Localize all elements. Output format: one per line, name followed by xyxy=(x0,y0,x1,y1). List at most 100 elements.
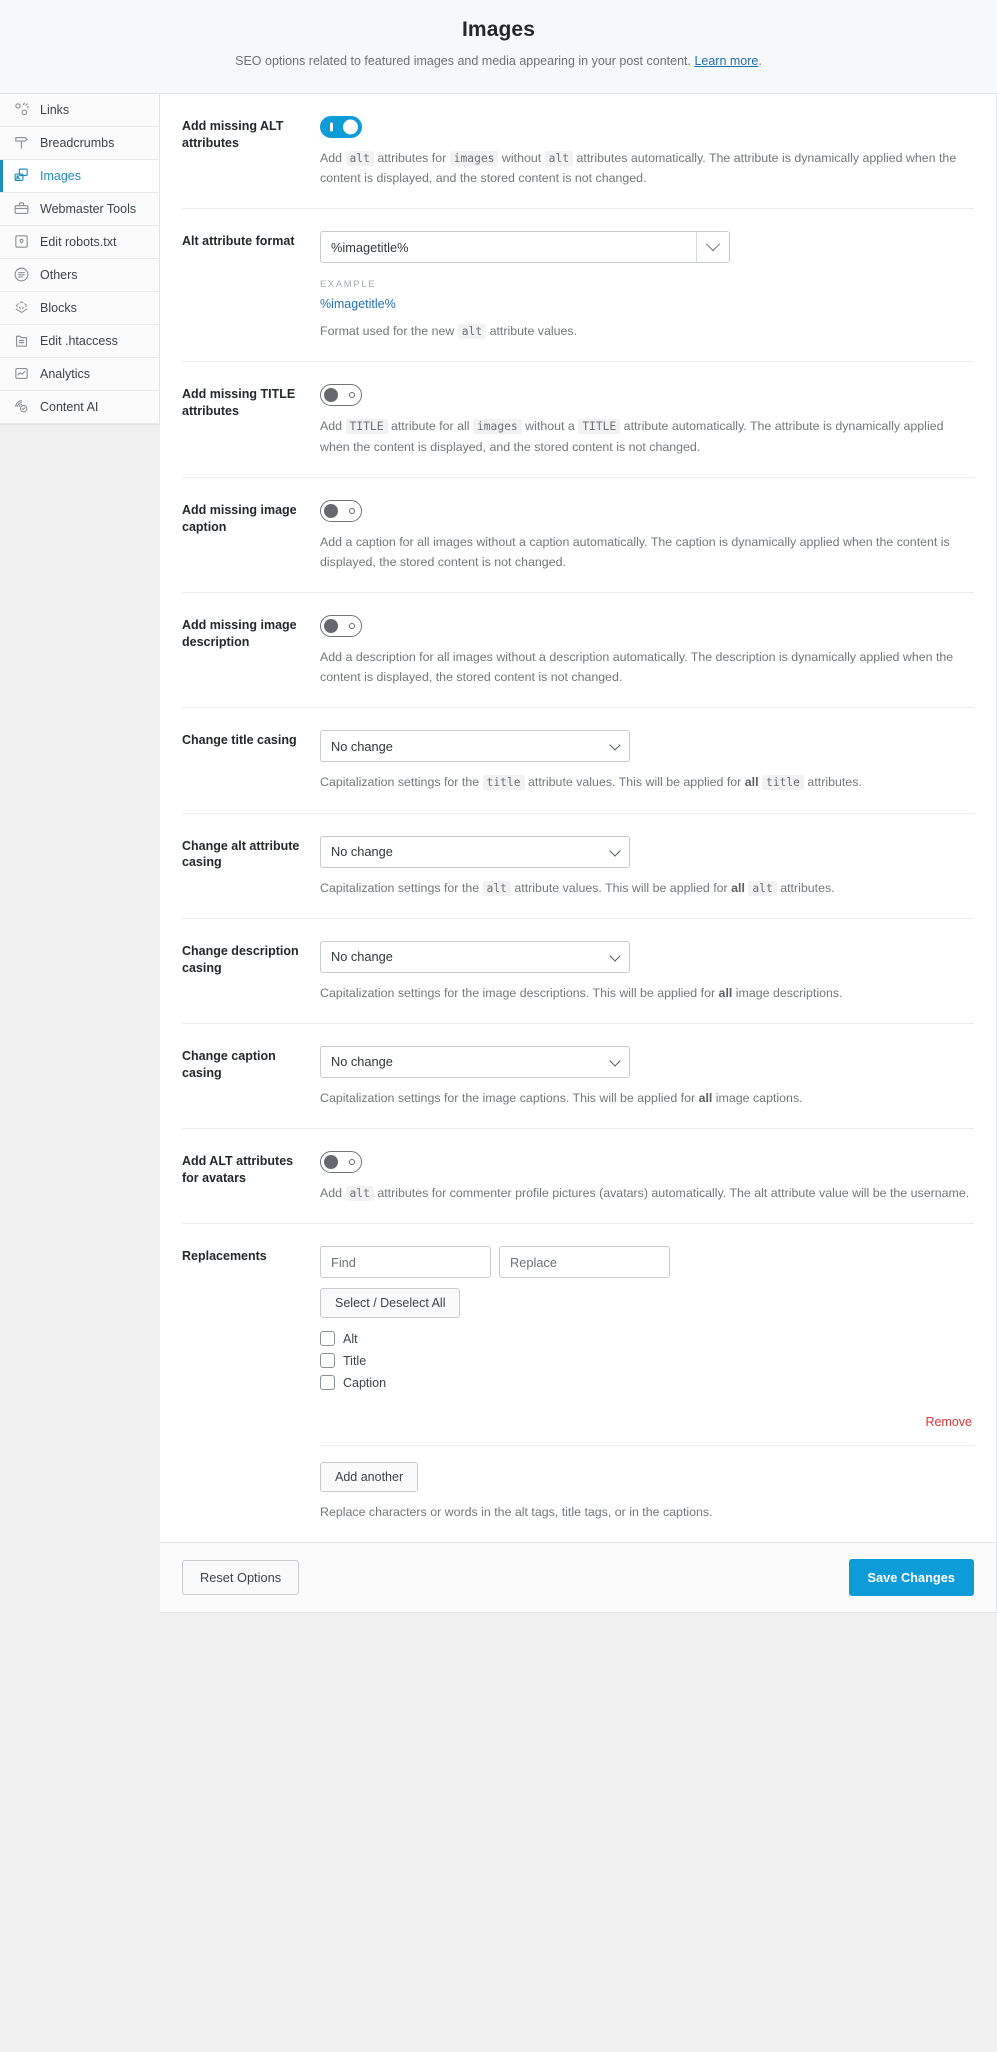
desc-text: attribute values. xyxy=(486,324,578,339)
field-alt-attribute-format: Alt attribute format EXAMPLE %imagetitle… xyxy=(182,209,974,363)
blocks-layers-icon xyxy=(13,299,30,316)
toggle-ring xyxy=(349,392,355,399)
sidebar-item-label: Webmaster Tools xyxy=(40,201,137,216)
field-label: Add missing image caption xyxy=(182,502,297,534)
checkbox-box[interactable] xyxy=(320,1353,335,1369)
alt-avatars-toggle[interactable] xyxy=(320,1150,362,1173)
sidebar-item-content-ai[interactable]: Content AI xyxy=(0,390,159,424)
toggle-ring xyxy=(349,507,355,514)
desc-text: Capitalization settings for the xyxy=(320,775,483,790)
field-replacements: Replacements Select / Deselect All Alt xyxy=(182,1224,974,1542)
field-label: Add missing image description xyxy=(182,618,297,649)
toggle-ring xyxy=(349,1158,355,1165)
checkbox-label: Title xyxy=(343,1353,367,1368)
add-another-button[interactable]: Add another xyxy=(320,1462,419,1493)
alt-casing-select-wrap[interactable] xyxy=(320,835,630,868)
sidebar-item-label: Edit .htaccess xyxy=(40,333,118,348)
code-alt: alt xyxy=(482,880,511,896)
desc-text: Capitalization settings for the xyxy=(320,880,483,895)
desc-text: image captions. xyxy=(712,1090,803,1105)
settings-page: Images SEO options related to featured i… xyxy=(0,0,997,2052)
images-icon xyxy=(13,167,30,184)
desc-text: without xyxy=(498,150,545,165)
save-changes-button[interactable]: Save Changes xyxy=(848,1559,974,1597)
sidebar-item-label: Others xyxy=(40,267,78,282)
code-alt: alt xyxy=(345,1185,374,1201)
sidebar-item-analytics[interactable]: Analytics xyxy=(0,357,159,391)
reset-options-button[interactable]: Reset Options xyxy=(182,1560,300,1596)
example-value: %imagetitle% xyxy=(320,297,396,312)
desc-text: Add xyxy=(320,419,346,434)
checkbox-label: Caption xyxy=(343,1375,387,1390)
sidebar-item-others[interactable]: Others xyxy=(0,258,159,292)
settings-sidebar: Links Breadcrumbs Images Webmaster Tools… xyxy=(0,93,160,425)
sidebar-item-edit-robots[interactable]: Edit robots.txt xyxy=(0,225,159,259)
field-label: Change title casing xyxy=(182,733,297,748)
title-casing-select[interactable] xyxy=(320,730,630,763)
replacement-checkbox-group: Alt Title Caption xyxy=(320,1331,720,1397)
field-add-missing-description: Add missing image description Add a desc… xyxy=(182,593,974,709)
page-subtitle: SEO options related to featured images a… xyxy=(20,52,977,71)
code-alt: alt xyxy=(544,150,574,166)
analytics-chart-icon xyxy=(13,365,30,382)
code-alt: alt xyxy=(345,150,374,166)
sidebar-item-webmaster-tools[interactable]: Webmaster Tools xyxy=(0,192,159,226)
desc-text: Add xyxy=(320,1185,346,1200)
checkbox-box[interactable] xyxy=(320,1331,335,1347)
field-label: Change description casing xyxy=(182,943,299,975)
caption-casing-select-wrap[interactable] xyxy=(320,1045,630,1078)
description-casing-select-wrap[interactable] xyxy=(320,940,630,973)
checkbox-caption[interactable]: Caption xyxy=(320,1375,524,1391)
checkbox-label: Alt xyxy=(343,1331,358,1346)
select-deselect-all-button[interactable]: Select / Deselect All xyxy=(320,1288,461,1319)
field-alt-for-avatars: Add ALT attributes for avatars Add alt a… xyxy=(182,1129,974,1225)
sidebar-item-images[interactable]: Images xyxy=(0,159,159,193)
chevron-down-icon xyxy=(705,237,721,252)
page-title: Images xyxy=(462,18,535,41)
code-alt: alt xyxy=(748,880,777,896)
sidebar-item-blocks[interactable]: Blocks xyxy=(0,291,159,325)
add-missing-caption-toggle[interactable] xyxy=(320,499,362,522)
description-casing-select[interactable] xyxy=(320,940,630,973)
checkbox-alt[interactable]: Alt xyxy=(320,1331,524,1347)
add-missing-title-toggle[interactable] xyxy=(320,384,362,407)
find-input[interactable] xyxy=(320,1246,491,1279)
alt-format-combo[interactable] xyxy=(320,231,730,264)
desc-bold: all xyxy=(718,985,733,1000)
add-missing-alt-toggle[interactable] xyxy=(320,115,362,138)
sidebar-item-links[interactable]: Links xyxy=(0,93,159,127)
add-missing-description-toggle[interactable] xyxy=(320,615,362,638)
checkbox-box[interactable] xyxy=(320,1375,335,1391)
sidebar-item-breadcrumbs[interactable]: Breadcrumbs xyxy=(0,126,159,160)
toggle-knob xyxy=(324,1154,338,1169)
field-label: Change alt attribute casing xyxy=(182,838,300,870)
breadcrumbs-icon xyxy=(13,134,30,151)
remove-replacement-link[interactable]: Remove xyxy=(320,1415,974,1447)
others-circle-icon xyxy=(13,266,30,283)
sidebar-item-label: Links xyxy=(40,102,70,117)
document-icon xyxy=(13,332,30,349)
desc-bold: all xyxy=(698,1090,713,1105)
field-label: Add missing TITLE attributes xyxy=(182,387,296,419)
subtitle-period: . xyxy=(758,54,762,68)
page-bottom-spacer xyxy=(0,1613,997,1632)
field-description: Replace characters or words in the alt t… xyxy=(320,1505,713,1520)
field-label: Change caption casing xyxy=(182,1048,276,1080)
caption-casing-select[interactable] xyxy=(320,1045,630,1078)
replace-input[interactable] xyxy=(499,1246,670,1279)
field-description: Capitalization settings for the image ca… xyxy=(320,1088,974,1108)
sidebar-item-label: Analytics xyxy=(40,366,91,381)
sidebar-item-edit-htaccess[interactable]: Edit .htaccess xyxy=(0,324,159,358)
title-casing-select-wrap[interactable] xyxy=(320,730,630,763)
learn-more-link[interactable]: Learn more xyxy=(694,54,758,68)
checkbox-title[interactable]: Title xyxy=(320,1353,524,1369)
field-label: Add missing ALT attributes xyxy=(182,118,284,150)
alt-casing-select[interactable] xyxy=(320,835,630,868)
sidebar-item-label: Breadcrumbs xyxy=(40,135,115,150)
alt-format-input[interactable] xyxy=(321,232,696,263)
alt-format-dropdown-button[interactable] xyxy=(696,232,729,263)
code-title: TITLE xyxy=(345,419,388,435)
field-add-missing-title: Add missing TITLE attributes Add TITLE a… xyxy=(182,362,974,478)
field-description: Add a description for all images without… xyxy=(320,650,954,685)
robots-file-icon xyxy=(13,233,30,250)
